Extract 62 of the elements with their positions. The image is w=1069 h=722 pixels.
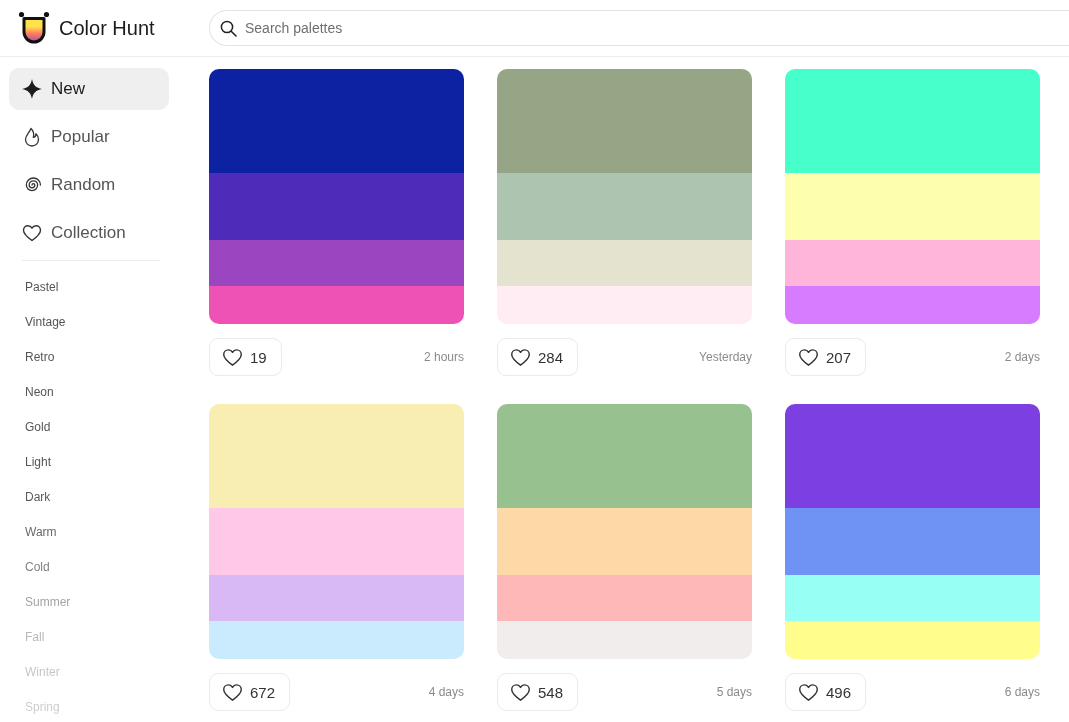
like-button[interactable]: 496 xyxy=(785,673,867,711)
time-label: 5 days xyxy=(716,685,752,699)
heart-icon xyxy=(511,348,530,366)
color-stripe[interactable] xyxy=(785,575,1040,621)
color-stripe[interactable] xyxy=(785,240,1040,286)
logo-icon xyxy=(18,11,50,45)
heart-icon xyxy=(511,683,530,701)
flame-icon xyxy=(22,127,42,147)
tag-link[interactable]: Gold xyxy=(25,420,51,435)
color-stripe[interactable] xyxy=(209,286,464,324)
color-stripe[interactable] xyxy=(497,173,752,240)
color-stripe[interactable] xyxy=(497,69,752,173)
tag-link[interactable]: Neon xyxy=(25,385,54,400)
color-stripe[interactable] xyxy=(785,508,1040,575)
tag-link[interactable]: Dark xyxy=(25,490,51,505)
sparkle-icon xyxy=(22,79,42,99)
heart-icon xyxy=(799,348,818,366)
color-stripe[interactable] xyxy=(497,575,752,621)
tag-link[interactable]: Retro xyxy=(25,350,55,365)
like-button[interactable]: 548 xyxy=(497,673,579,711)
tag-link[interactable]: Vintage xyxy=(25,315,66,330)
color-stripe[interactable] xyxy=(785,404,1040,508)
color-stripe[interactable] xyxy=(785,173,1040,240)
time-label: 2 hours xyxy=(423,350,464,364)
tag-link[interactable]: Cold xyxy=(25,560,50,575)
color-stripe[interactable] xyxy=(209,621,464,659)
heart-icon xyxy=(223,348,242,366)
sidebar-nav-item[interactable]: Random xyxy=(9,164,169,206)
like-button[interactable]: 672 xyxy=(209,673,291,711)
like-button[interactable]: 207 xyxy=(785,338,867,376)
color-stripe[interactable] xyxy=(209,173,464,240)
color-stripe[interactable] xyxy=(785,286,1040,324)
time-label: 6 days xyxy=(1004,685,1040,699)
sidebar-nav-item[interactable]: New xyxy=(9,68,169,110)
color-stripe[interactable] xyxy=(209,508,464,575)
tag-link[interactable]: Light xyxy=(25,455,52,470)
tag-link[interactable]: Pastel xyxy=(25,280,59,295)
search-icon xyxy=(220,19,237,37)
color-stripe[interactable] xyxy=(497,286,752,324)
tag-link[interactable]: Warm xyxy=(25,525,57,540)
color-stripe[interactable] xyxy=(209,404,464,508)
time-label: 4 days xyxy=(428,685,464,699)
time-label: 2 days xyxy=(1004,350,1040,364)
search-field[interactable]: Search palettes xyxy=(209,10,1069,46)
color-stripe[interactable] xyxy=(785,621,1040,659)
color-stripe[interactable] xyxy=(785,69,1040,173)
like-button[interactable]: 19 xyxy=(209,338,282,376)
color-stripe[interactable] xyxy=(209,575,464,621)
heart-icon xyxy=(799,683,818,701)
color-stripe[interactable] xyxy=(497,621,752,659)
time-label: Yesterday xyxy=(699,350,752,364)
sidebar-nav-item[interactable]: Collection xyxy=(9,212,169,254)
color-stripe[interactable] xyxy=(497,240,752,286)
logo-text[interactable]: Color Hunt xyxy=(59,16,155,40)
heart-icon xyxy=(22,223,42,243)
color-stripe[interactable] xyxy=(497,508,752,575)
like-button[interactable]: 284 xyxy=(497,338,579,376)
color-stripe[interactable] xyxy=(209,69,464,173)
heart-icon xyxy=(223,683,242,701)
color-stripe[interactable] xyxy=(497,404,752,508)
color-stripe[interactable] xyxy=(209,240,464,286)
sidebar-nav-item[interactable]: Popular xyxy=(9,116,169,158)
